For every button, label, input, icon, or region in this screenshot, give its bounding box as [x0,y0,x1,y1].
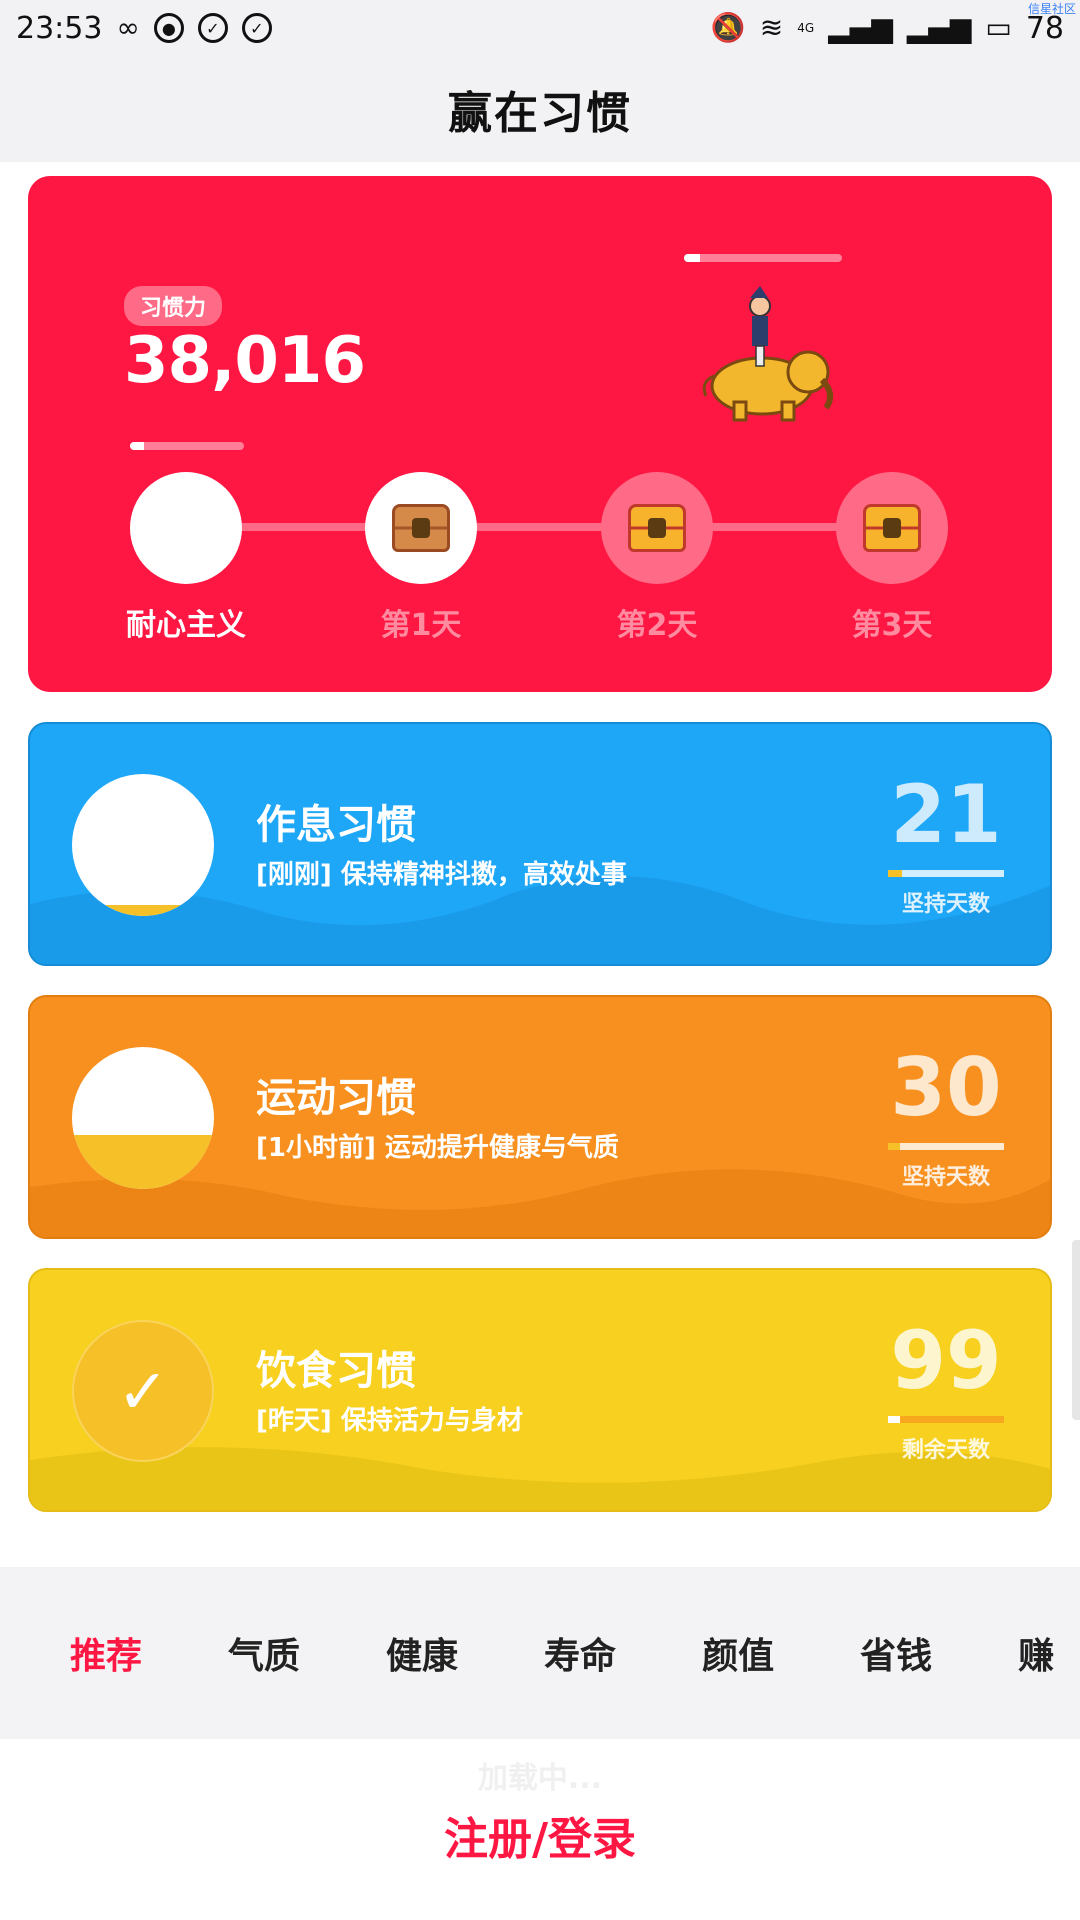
habit-card-sleep[interactable]: 作息习惯 [刚刚] 保持精神抖擞，高效处事 21 坚持天数 [28,722,1052,966]
habit-day-label: 剩余天数 [901,1438,990,1463]
habit-card-diet[interactable]: ✓ 饮食习惯 [昨天] 保持活力与身材 99 剩余天数 [28,1268,1052,1512]
habit-force-value: 38,016 [124,324,366,398]
milestone-node-current[interactable] [130,472,242,584]
milestone-node-day1[interactable] [365,472,477,584]
habit-day-count: 30 [890,1041,1002,1134]
mascot-progress [684,254,842,262]
tab-save-money[interactable]: 省钱 [860,1627,932,1679]
milestone-label: 第2天 [616,608,698,643]
page-title: 赢在习惯 [448,88,632,139]
habit-card-exercise[interactable]: 运动习惯 [1小时前] 运动提升健康与气质 30 坚持天数 [28,995,1052,1239]
check-icon: ✓ [117,1354,169,1428]
milestone-node-day2[interactable] [601,472,713,584]
habit-force-card[interactable]: 习惯力 38,016 耐心主义 第1天 第2天 第3天 [28,176,1052,692]
habit-subtitle: [1小时前] 运动提升健康与气质 [256,1133,619,1163]
habit-name: 饮食习惯 [256,1348,416,1394]
habit-day-bar [888,1143,1004,1150]
category-tabs: 推荐 气质 健康 寿命 颜值 省钱 赚 [0,1567,1080,1739]
habit-checked-circle[interactable]: ✓ [72,1320,214,1462]
treasure-chest-icon [392,504,450,552]
tab-longevity[interactable]: 寿命 [544,1627,616,1679]
app-notification-icon: ● [153,13,184,43]
tab-earn[interactable]: 赚 [1018,1627,1054,1679]
locked-chest-icon [628,504,686,552]
signal-icon-2: ▂▄▆ [906,11,972,44]
habit-progress-circle [72,1047,214,1189]
side-drawer-handle[interactable] [1072,1240,1080,1420]
tab-health[interactable]: 健康 [386,1627,458,1679]
habit-day-count: 21 [890,768,1002,861]
tab-temperament[interactable]: 气质 [228,1627,300,1679]
corner-tag: 信星社区 [1027,2,1076,16]
elephant-rider-icon [702,286,834,422]
status-bar: 23:53 ∞ ● ✓ ✓ 🔕 ≋ 4G ▂▄▆ ▂▄▆ ▭ 78 信星社区 [0,0,1080,56]
loading-text: 加载中... [477,1761,603,1796]
habit-day-label: 坚持天数 [901,1165,990,1190]
milestone-track [184,523,924,531]
status-time: 23:53 [16,10,103,46]
network-type: 4G [797,21,815,35]
check-circle-icon: ✓ [197,13,228,43]
habit-name: 运动习惯 [256,1075,416,1121]
milestone-label: 第3天 [851,608,933,643]
bottom-area: 加载中... 注册/登录 [0,1739,1080,1920]
check-circle-icon-2: ✓ [241,13,272,43]
mute-icon: 🔕 [710,11,746,44]
habit-subtitle: [刚刚] 保持精神抖擞，高效处事 [256,860,627,890]
app-header: 赢在习惯 [0,56,1080,162]
habit-force-progress [130,442,244,450]
battery-icon: ▭ [985,11,1012,44]
milestone-label: 耐心主义 [126,608,246,643]
habit-day-count: 99 [890,1314,1002,1407]
habit-force-badge: 习惯力 [124,286,223,326]
milestone-label: 第1天 [380,608,462,643]
tab-recommend[interactable]: 推荐 [70,1627,142,1679]
habit-day-bar [888,1416,1004,1423]
locked-chest-icon-2 [863,504,921,552]
habit-day-label: 坚持天数 [901,892,990,917]
tab-looks[interactable]: 颜值 [702,1627,774,1679]
habit-day-bar [888,870,1004,877]
habit-progress-circle [72,774,214,916]
habit-subtitle: [昨天] 保持活力与身材 [256,1406,523,1436]
milestone-node-day3[interactable] [836,472,948,584]
infinity-icon: ∞ [116,11,140,44]
register-login-button[interactable]: 注册/登录 [0,1803,1080,1867]
wifi-icon: ≋ [759,11,784,44]
habit-name: 作息习惯 [256,802,416,848]
signal-icon: ▂▄▆ [828,11,893,44]
